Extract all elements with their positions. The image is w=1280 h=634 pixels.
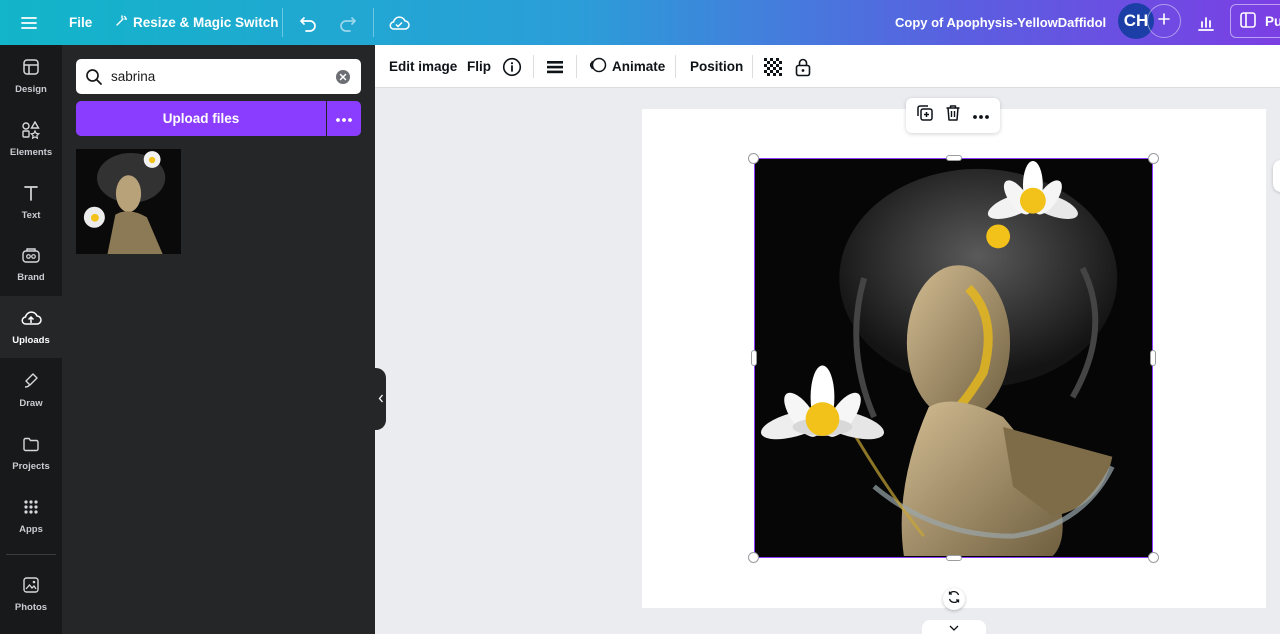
transparency-icon[interactable] <box>764 45 782 88</box>
plus-icon <box>1157 12 1171 31</box>
rail-item-text[interactable]: Text <box>0 171 62 233</box>
rail-label: Projects <box>12 460 50 472</box>
divider <box>533 55 534 78</box>
lock-icon[interactable] <box>794 45 812 88</box>
collapse-panel-button[interactable] <box>375 368 386 430</box>
rail-item-brand[interactable]: Brand <box>0 233 62 295</box>
rail-label: Design <box>15 83 47 95</box>
upload-more-button[interactable] <box>327 101 361 136</box>
document-title[interactable]: Copy of Apophysis-YellowDaffidol <box>895 0 1106 45</box>
brand-icon <box>21 246 41 267</box>
resize-handle-top-right[interactable] <box>1148 153 1159 164</box>
rail-item-elements[interactable]: Elements <box>0 108 62 170</box>
redo-icon[interactable] <box>338 0 358 45</box>
edit-image-button[interactable]: Edit image <box>389 45 457 88</box>
resize-label: Resize & Magic Switch <box>133 15 279 30</box>
divider <box>282 8 283 37</box>
animate-icon <box>589 56 607 77</box>
rotate-handle[interactable] <box>943 588 965 610</box>
resize-handle-bottom-right[interactable] <box>1148 552 1159 563</box>
rail-item-uploads[interactable]: Uploads <box>0 296 62 358</box>
apps-icon <box>22 498 40 519</box>
text-icon <box>22 184 40 205</box>
rail-label: Brand <box>17 271 45 283</box>
border-style-icon[interactable] <box>546 45 564 88</box>
menu-icon[interactable] <box>20 0 38 45</box>
projects-icon <box>22 435 40 456</box>
clear-search-icon[interactable] <box>335 69 351 90</box>
resize-handle-bottom[interactable] <box>946 555 962 561</box>
show-pages-button[interactable] <box>922 620 986 634</box>
publish-label: Pu <box>1265 13 1280 29</box>
top-bar: File Resize & Magic Switch Copy of Apoph… <box>0 0 1280 45</box>
resize-handle-left[interactable] <box>751 350 757 366</box>
rail-label: Uploads <box>12 334 50 346</box>
publish-button[interactable]: Pu <box>1230 4 1280 38</box>
design-icon <box>22 58 40 79</box>
resize-magic-switch-button[interactable]: Resize & Magic Switch <box>115 0 279 45</box>
more-icon <box>335 110 353 128</box>
duplicate-icon[interactable] <box>916 104 934 127</box>
magic-wand-icon <box>115 15 128 30</box>
element-quick-actions <box>906 98 1000 133</box>
rail-label: Photos <box>14 601 48 613</box>
divider <box>373 8 374 37</box>
insights-icon[interactable] <box>1196 0 1216 45</box>
chevron-down-icon <box>949 618 959 634</box>
rail-label: Draw <box>19 397 43 409</box>
add-collaborator-button[interactable] <box>1147 4 1181 38</box>
rotate-icon <box>947 590 961 609</box>
divider <box>576 55 577 78</box>
rail-item-photos[interactable]: Photos <box>0 563 62 625</box>
photos-icon <box>22 576 40 597</box>
uploaded-image-thumbnail[interactable] <box>76 149 181 254</box>
side-panel-toggle[interactable] <box>1273 160 1280 192</box>
rail-label: Elements <box>9 146 53 158</box>
chevron-left-icon <box>378 390 384 408</box>
flip-button[interactable]: Flip <box>467 45 491 88</box>
undo-icon[interactable] <box>298 0 318 45</box>
divider <box>675 55 676 78</box>
resize-handle-right[interactable] <box>1150 350 1156 366</box>
rail-item-projects[interactable]: Projects <box>0 422 62 484</box>
position-button[interactable]: Position <box>690 45 743 88</box>
publish-icon <box>1239 11 1257 32</box>
file-menu[interactable]: File <box>69 0 92 45</box>
divider <box>752 55 753 78</box>
selected-image[interactable] <box>754 158 1153 558</box>
animate-label: Animate <box>612 59 666 74</box>
animate-button[interactable]: Animate <box>589 45 665 88</box>
more-options-icon[interactable] <box>972 107 990 125</box>
search-box[interactable]: sabrina <box>76 59 361 94</box>
cloud-saved-icon[interactable] <box>388 0 410 45</box>
left-rail: Design Elements Text Brand Uploads Draw … <box>0 45 62 634</box>
info-icon[interactable] <box>502 45 522 88</box>
upload-files-button[interactable]: Upload files <box>76 101 326 136</box>
context-toolbar: Edit image Flip Animate Position <box>375 45 1280 88</box>
rail-label: Text <box>21 209 41 221</box>
elements-icon <box>21 120 41 142</box>
rail-item-apps[interactable]: Apps <box>0 485 62 547</box>
trash-icon[interactable] <box>945 104 961 127</box>
draw-icon <box>22 372 40 393</box>
search-icon <box>85 68 103 91</box>
resize-handle-top[interactable] <box>946 155 962 161</box>
divider <box>6 554 56 555</box>
rail-item-draw[interactable]: Draw <box>0 359 62 421</box>
search-input[interactable]: sabrina <box>111 69 155 84</box>
uploads-panel: sabrina Upload files <box>62 45 375 634</box>
rail-item-design[interactable]: Design <box>0 45 62 107</box>
resize-handle-top-left[interactable] <box>748 153 759 164</box>
uploads-icon <box>20 309 42 330</box>
resize-handle-bottom-left[interactable] <box>748 552 759 563</box>
rail-label: Apps <box>19 523 43 535</box>
